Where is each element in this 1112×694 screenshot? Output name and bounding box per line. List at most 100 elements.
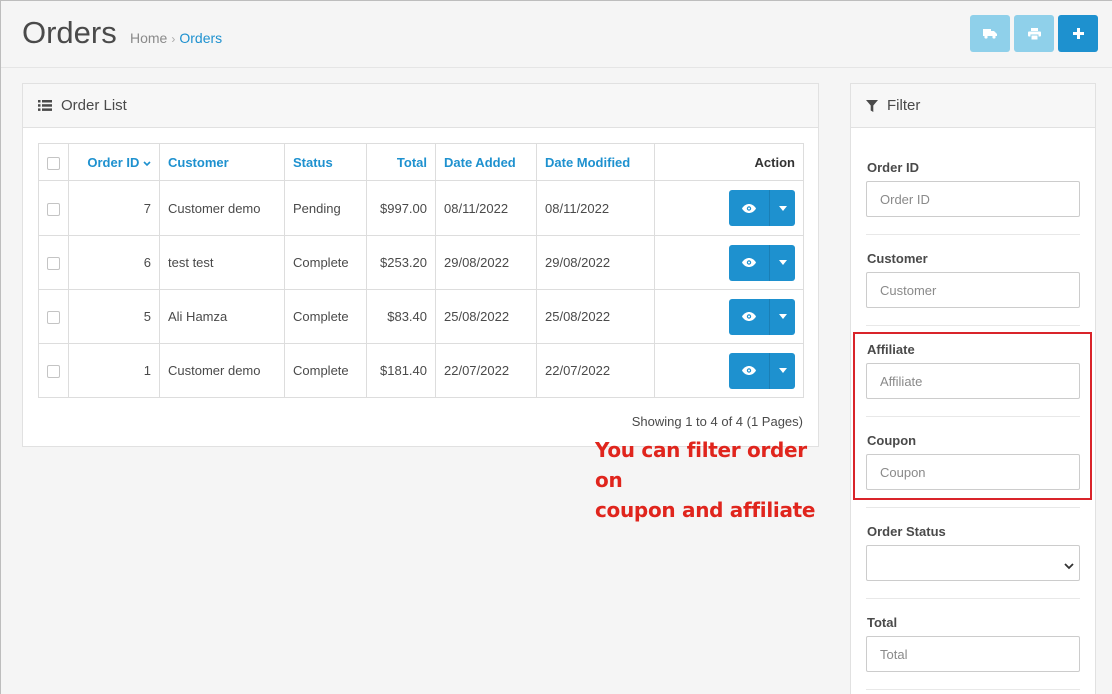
truck-icon <box>983 29 997 39</box>
total-input[interactable] <box>866 636 1080 672</box>
view-button[interactable] <box>729 244 769 281</box>
table-row: 7 Customer demo Pending $997.00 08/11/20… <box>38 180 804 236</box>
date-added-cell: 08/11/2022 <box>435 180 537 236</box>
action-cell <box>654 289 804 344</box>
row-select-cell <box>38 235 69 290</box>
action-button-group <box>729 190 795 226</box>
date-added-cell: 25/08/2022 <box>435 289 537 344</box>
date-added-cell: 22/07/2022 <box>435 343 537 398</box>
status-cell: Pending <box>284 180 367 236</box>
total-label: Total <box>867 615 898 630</box>
action-button-group <box>729 244 795 281</box>
row-checkbox[interactable] <box>47 202 60 216</box>
caret-down-icon <box>778 205 787 211</box>
list-icon <box>38 100 52 111</box>
column-action: Action <box>654 143 804 181</box>
chevron-down-icon <box>1064 558 1074 573</box>
eye-icon <box>742 312 756 321</box>
pagination-text: Showing 1 to 4 of 4 (1 Pages) <box>631 414 803 429</box>
column-customer[interactable]: Customer <box>159 143 285 181</box>
table-row: 5 Ali Hamza Complete $83.40 25/08/2022 2… <box>38 289 804 344</box>
filter-icon <box>866 99 878 112</box>
add-new-button[interactable] <box>1058 15 1098 52</box>
total-cell: $997.00 <box>366 180 436 236</box>
order-id-cell: 5 <box>68 289 160 344</box>
order-list-heading: Order List <box>23 84 818 128</box>
total-cell: $83.40 <box>366 289 436 344</box>
row-select-cell <box>38 180 69 236</box>
print-invoice-button[interactable] <box>1014 15 1054 52</box>
breadcrumb-separator-icon: › <box>171 32 176 46</box>
order-id-input[interactable] <box>866 181 1080 217</box>
eye-icon <box>742 258 756 267</box>
table-row: 6 test test Complete $253.20 29/08/2022 … <box>38 235 804 290</box>
order-id-label: Order ID <box>867 160 920 175</box>
row-select-cell <box>38 289 69 344</box>
dropdown-toggle-button[interactable] <box>769 352 795 389</box>
date-modified-cell: 22/07/2022 <box>536 343 655 398</box>
page-title: Orders <box>22 15 117 50</box>
view-button[interactable] <box>729 352 769 389</box>
column-total[interactable]: Total <box>366 143 436 181</box>
row-checkbox[interactable] <box>47 311 60 325</box>
action-cell <box>654 235 804 290</box>
customer-label: Customer <box>867 251 928 266</box>
row-checkbox[interactable] <box>47 365 60 379</box>
order-list-title: Order List <box>61 97 127 114</box>
dropdown-toggle-button[interactable] <box>769 298 795 335</box>
select-all-cell <box>38 143 69 181</box>
order-id-cell: 6 <box>68 235 160 290</box>
annotation-line-2: coupon and affiliate <box>595 498 816 522</box>
view-button[interactable] <box>729 190 769 226</box>
total-cell: $253.20 <box>366 235 436 290</box>
date-modified-cell: 29/08/2022 <box>536 235 655 290</box>
annotation-callout: You can filter order on coupon and affil… <box>595 435 835 525</box>
table-header-row: Order ID Customer Status Total Date Adde… <box>38 143 804 181</box>
view-button[interactable] <box>729 298 769 335</box>
filter-group-customer: Customer <box>866 235 1080 326</box>
filter-group-total: Total <box>866 599 1080 690</box>
action-cell <box>654 180 804 236</box>
action-button-group <box>729 352 795 389</box>
action-cell <box>654 343 804 398</box>
row-checkbox[interactable] <box>47 257 60 271</box>
filter-group-order-status: Order Status <box>866 508 1080 599</box>
order-status-value <box>866 545 1080 581</box>
column-date-added[interactable]: Date Added <box>435 143 537 181</box>
caret-down-icon <box>778 260 787 265</box>
order-id-cell: 7 <box>68 180 160 236</box>
filter-group-order-id: Order ID <box>866 128 1080 235</box>
plus-icon <box>1072 28 1084 39</box>
order-status-select[interactable] <box>866 545 1080 581</box>
order-list-panel: Order List Order ID Customer Status Tota… <box>22 83 819 447</box>
shipping-button[interactable] <box>970 15 1010 52</box>
customer-cell: test test <box>159 235 285 290</box>
column-date-modified[interactable]: Date Modified <box>536 143 655 181</box>
date-added-cell: 29/08/2022 <box>435 235 537 290</box>
table-row: 1 Customer demo Complete $181.40 22/07/2… <box>38 343 804 398</box>
date-modified-cell: 25/08/2022 <box>536 289 655 344</box>
print-icon <box>1027 27 1041 40</box>
breadcrumb-orders-link[interactable]: Orders <box>179 30 222 46</box>
status-cell: Complete <box>284 235 367 290</box>
customer-cell: Customer demo <box>159 180 285 236</box>
customer-cell: Ali Hamza <box>159 289 285 344</box>
breadcrumb: Home › Orders <box>130 30 222 46</box>
page-header: Orders Home › Orders <box>1 1 1112 68</box>
eye-icon <box>742 203 756 213</box>
customer-input[interactable] <box>866 272 1080 308</box>
breadcrumb-home-link[interactable]: Home <box>130 30 167 46</box>
column-order-id[interactable]: Order ID <box>68 143 160 181</box>
status-cell: Complete <box>284 289 367 344</box>
action-button-group <box>729 298 795 335</box>
filter-heading: Filter <box>851 84 1095 128</box>
dropdown-toggle-button[interactable] <box>769 190 795 226</box>
dropdown-toggle-button[interactable] <box>769 244 795 281</box>
eye-icon <box>742 366 756 375</box>
total-cell: $181.40 <box>366 343 436 398</box>
select-all-checkbox[interactable] <box>47 156 60 170</box>
status-cell: Complete <box>284 343 367 398</box>
date-modified-cell: 08/11/2022 <box>536 180 655 236</box>
column-status[interactable]: Status <box>284 143 367 181</box>
caret-down-icon <box>778 314 787 319</box>
